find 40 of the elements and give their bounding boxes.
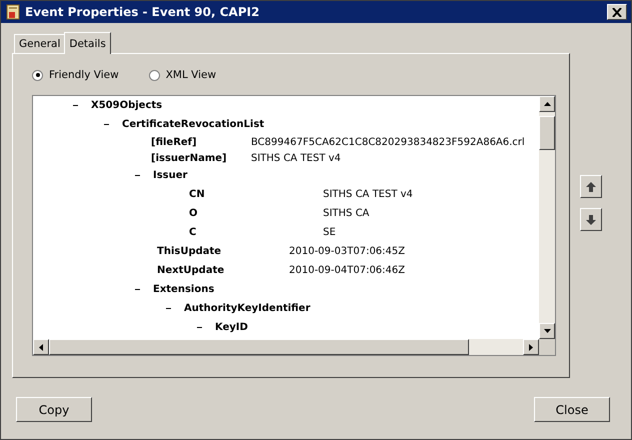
dialog-button[interactable]: Close bbox=[534, 397, 610, 422]
scroll-left-arrow-icon[interactable] bbox=[39, 344, 43, 350]
node-label: KeyID bbox=[215, 322, 248, 333]
attribute-label: [issuerName] bbox=[151, 152, 228, 164]
view-radio[interactable]: Friendly View bbox=[32, 69, 119, 81]
field-value: SITHS CA bbox=[323, 208, 370, 219]
window-title: Event Properties - Event 90, CAPI2 bbox=[25, 5, 260, 19]
node-label: Extensions bbox=[153, 284, 214, 295]
radio-icon[interactable] bbox=[148, 70, 160, 80]
view-radio[interactable]: XML View bbox=[148, 69, 216, 81]
field-label: C bbox=[189, 227, 198, 238]
vertical-scrollbar[interactable] bbox=[539, 96, 555, 339]
field-label: CN bbox=[189, 189, 206, 200]
dialog-button[interactable]: Copy bbox=[16, 397, 92, 422]
field-label: O bbox=[189, 208, 199, 219]
radio-icon[interactable] bbox=[32, 70, 43, 80]
scroll-up-arrow-icon[interactable] bbox=[544, 102, 550, 106]
node-label: X509Objects bbox=[91, 100, 162, 111]
scroll-thumb[interactable] bbox=[539, 116, 555, 150]
node-label: Issuer bbox=[153, 170, 188, 181]
event-icon bbox=[5, 4, 21, 20]
field-value: 2010-09-03T07:06:45Z bbox=[289, 246, 405, 257]
scroll-down-arrow-icon[interactable] bbox=[544, 329, 550, 333]
node-label: AuthorityKeyIdentifier bbox=[184, 303, 310, 314]
field-value: SITHS CA TEST v4 bbox=[323, 189, 413, 200]
attribute-label: [fileRef] bbox=[151, 136, 198, 148]
field-label: NextUpdate bbox=[157, 265, 226, 276]
horizontal-scrollbar[interactable] bbox=[33, 339, 555, 355]
field-value: SE bbox=[323, 227, 336, 238]
scrollbar-corner bbox=[539, 339, 555, 355]
scroll-thumb[interactable] bbox=[49, 339, 469, 355]
attribute-value: BC899467F5CA62C1C8C820293834823F592A86A6.crl bbox=[251, 136, 525, 148]
scroll-right-arrow-icon[interactable] bbox=[529, 344, 533, 350]
field-value: 2010-09-04T07:06:46Z bbox=[289, 265, 405, 276]
attribute-value: SITHS CA TEST v4 bbox=[251, 152, 341, 164]
field-label: ThisUpdate bbox=[157, 246, 222, 257]
close-icon[interactable] bbox=[607, 4, 627, 20]
tab[interactable]: Details bbox=[64, 32, 111, 54]
node-label: CertificateRevocationList bbox=[122, 119, 264, 130]
tab[interactable]: General bbox=[14, 34, 66, 53]
